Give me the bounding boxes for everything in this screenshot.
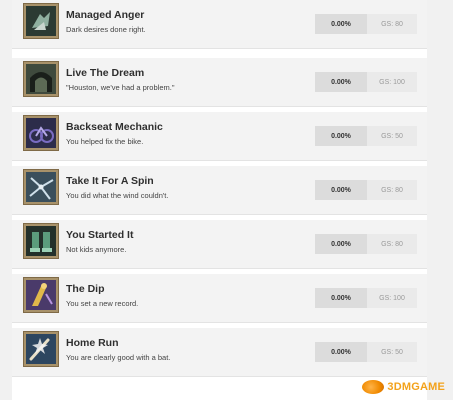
gamerscore-badge: GS: 80 bbox=[367, 14, 417, 34]
achievement-row[interactable]: Managed Anger Dark desires done right. 0… bbox=[12, 0, 427, 49]
unlock-percent: 0.00% bbox=[315, 14, 367, 34]
achievement-row[interactable]: The Dip You set a new record. 0.00% GS: … bbox=[12, 274, 427, 323]
diver-icon bbox=[23, 277, 59, 313]
achievement-description: Dark desires done right. bbox=[66, 25, 146, 34]
tunnel-icon bbox=[23, 61, 59, 97]
unlock-percent: 0.00% bbox=[315, 288, 367, 308]
achievement-title: The Dip bbox=[66, 283, 105, 295]
achievement-list: Managed Anger Dark desires done right. 0… bbox=[12, 0, 427, 400]
achievement-description: "Houston, we've had a problem." bbox=[66, 83, 175, 92]
achievement-title: Backseat Mechanic bbox=[66, 121, 163, 133]
unlock-percent: 0.00% bbox=[315, 180, 367, 200]
watermark: 3DMGAME bbox=[362, 380, 445, 394]
achievement-title: You Started It bbox=[66, 229, 134, 241]
windmill-icon bbox=[23, 169, 59, 205]
gamerscore-badge: GS: 100 bbox=[367, 72, 417, 92]
achievement-row[interactable]: Home Run You are clearly good with a bat… bbox=[12, 328, 427, 377]
achievement-description: You set a new record. bbox=[66, 299, 139, 308]
achievement-description: Not kids anymore. bbox=[66, 245, 127, 254]
achievement-row[interactable]: Live The Dream "Houston, we've had a pro… bbox=[12, 58, 427, 107]
achievement-description: You are clearly good with a bat. bbox=[66, 353, 171, 362]
gamerscore-badge: GS: 50 bbox=[367, 342, 417, 362]
unlock-percent: 0.00% bbox=[315, 234, 367, 254]
broken-vase-icon bbox=[23, 3, 59, 39]
achievement-description: You helped fix the bike. bbox=[66, 137, 144, 146]
watermark-logo-icon bbox=[362, 380, 385, 394]
bike-icon bbox=[23, 115, 59, 151]
watermark-text: 3DMGAME bbox=[387, 381, 445, 393]
achievement-row[interactable]: You Started It Not kids anymore. 0.00% G… bbox=[12, 220, 427, 269]
gamerscore-badge: GS: 80 bbox=[367, 180, 417, 200]
achievement-description: You did what the wind couldn't. bbox=[66, 191, 169, 200]
achievement-title: Take It For A Spin bbox=[66, 175, 154, 187]
gamerscore-badge: GS: 50 bbox=[367, 126, 417, 146]
achievement-title: Home Run bbox=[66, 337, 119, 349]
boots-icon bbox=[23, 223, 59, 259]
achievement-title: Managed Anger bbox=[66, 9, 145, 21]
gamerscore-badge: GS: 100 bbox=[367, 288, 417, 308]
achievement-row[interactable]: Backseat Mechanic You helped fix the bik… bbox=[12, 112, 427, 161]
achievement-row[interactable]: Take It For A Spin You did what the wind… bbox=[12, 166, 427, 215]
gamerscore-badge: GS: 80 bbox=[367, 234, 417, 254]
bat-icon bbox=[23, 331, 59, 367]
unlock-percent: 0.00% bbox=[315, 126, 367, 146]
unlock-percent: 0.00% bbox=[315, 342, 367, 362]
achievement-title: Live The Dream bbox=[66, 67, 145, 79]
unlock-percent: 0.00% bbox=[315, 72, 367, 92]
